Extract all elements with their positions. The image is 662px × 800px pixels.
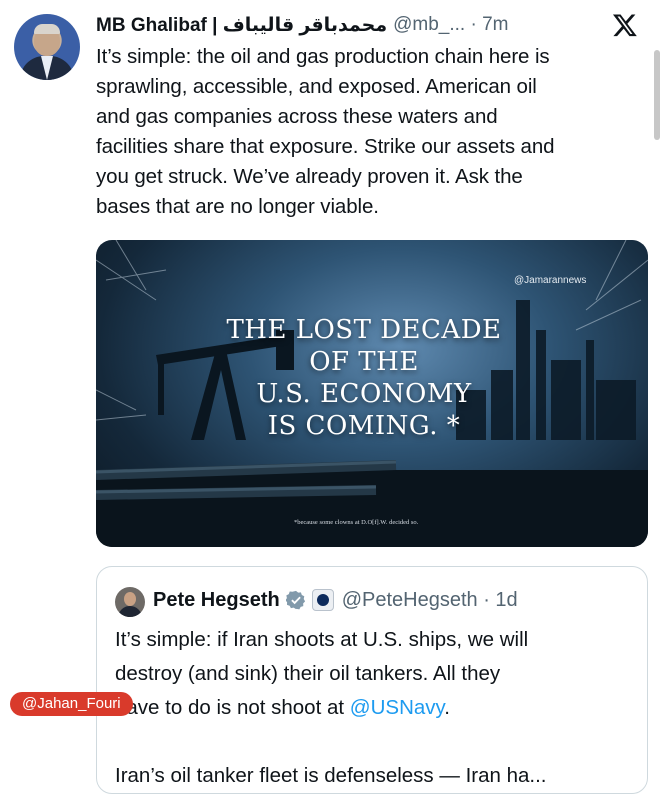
tweet-text: It’s simple: the oil and gas production …	[96, 42, 656, 222]
image-headline-line: OF THE	[309, 347, 419, 377]
image-headline: THE LOST DECADE OF THE U.S. ECONOMY IS C…	[96, 314, 648, 442]
quoted-text-line: have to do is not shoot at @USNavy.	[115, 691, 635, 725]
author-handle[interactable]: @mb_... · 7m	[393, 14, 508, 36]
quoted-text-line: It’s simple: if Iran shoots at U.S. ship…	[115, 628, 529, 651]
tweet-text-line: sprawling, accessible, and exposed. Amer…	[96, 75, 537, 98]
quoted-tweet-text: It’s simple: if Iran shoots at U.S. ship…	[115, 623, 635, 793]
quoted-tweet-header: Pete Hegseth @PeteHegseth · 1d	[153, 585, 518, 615]
quoted-text-line: destroy (and sink) their oil tankers. Al…	[115, 662, 501, 685]
quoted-text-line: Iran’s oil tanker fleet is defenseless —…	[115, 764, 547, 787]
quoted-avatar-head	[124, 592, 136, 606]
tweet-text-line: It’s simple: the oil and gas production …	[96, 45, 550, 68]
image-headline-line: IS COMING. *	[267, 411, 461, 441]
image-headline-line: THE LOST DECADE	[226, 315, 502, 345]
channel-watermark-tag: @Jahan_Fouri	[10, 692, 133, 716]
scrollbar-thumb[interactable]	[654, 50, 660, 140]
tweet-text-line: bases that are no longer viable.	[96, 195, 379, 218]
image-headline-line: U.S. ECONOMY	[256, 379, 472, 409]
mention-link[interactable]: @USNavy	[350, 696, 444, 719]
image-footnote: *because some clowns at D.O[f].W. decide…	[294, 519, 419, 526]
verified-badge-icon	[285, 590, 305, 610]
author-display-name[interactable]: MB Ghalibaf | محمدباقر قالیباف	[96, 14, 387, 37]
quoted-text-segment: have to do is not shoot at	[115, 696, 350, 719]
image-watermark: @Jamarannews	[514, 275, 587, 286]
department-seal-icon	[311, 589, 334, 611]
quoted-avatar-body	[118, 606, 142, 617]
x-logo-icon[interactable]	[612, 12, 638, 38]
quoted-author-name[interactable]: Pete Hegseth	[153, 589, 280, 612]
tweet-text-line: facilities share that exposure. Strike o…	[96, 135, 555, 158]
quoted-author-avatar[interactable]	[115, 587, 145, 617]
tweet-text-line: you get struck. We’ve already proven it.…	[96, 165, 523, 188]
author-avatar[interactable]	[14, 14, 80, 80]
avatar-hair	[34, 24, 60, 34]
quoted-tweet-card[interactable]: Pete Hegseth @PeteHegseth · 1d It’s simp…	[96, 566, 648, 794]
quoted-author-handle[interactable]: @PeteHegseth · 1d	[342, 589, 518, 612]
quoted-text-segment: .	[444, 696, 450, 719]
tweet-media-image[interactable]: @Jamarannews THE LOST DECADE OF THE U.S.…	[96, 240, 648, 547]
tweet-text-line: and gas companies across these waters an…	[96, 105, 498, 128]
tweet-header: MB Ghalibaf | محمدباقر قالیباف @mb_... ·…	[96, 10, 648, 40]
